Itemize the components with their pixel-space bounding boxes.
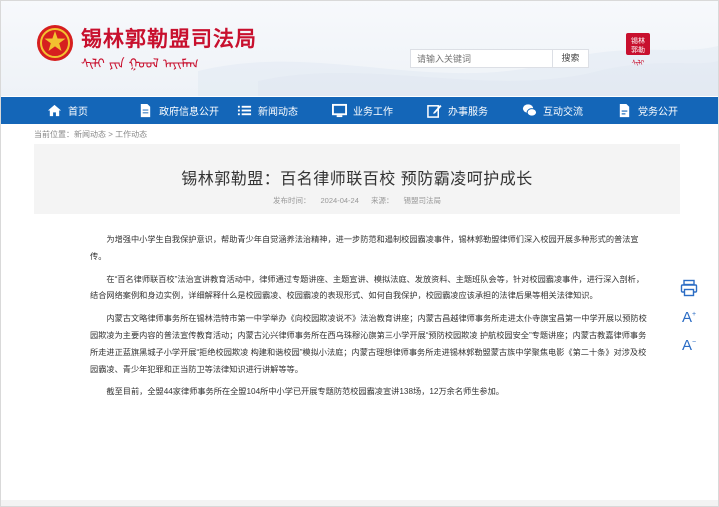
source-info: 来源： 锡盟司法局 — [371, 196, 441, 205]
svg-text:锡林: 锡林 — [631, 36, 645, 45]
calligraphy-seal-icon: 锡林 郭勒 ᠰᠢᠯᠢ — [626, 33, 650, 67]
minus-icon: − — [691, 339, 697, 346]
breadcrumb: 当前位置：新闻动态 > 工作动态 — [34, 129, 147, 140]
search-input[interactable] — [410, 49, 553, 68]
monitor-icon — [332, 103, 347, 118]
nav-item-business[interactable]: 业务工作 — [332, 97, 393, 124]
nav-label: 党务公开 — [638, 107, 678, 118]
nav-item-government-info[interactable]: 政府信息公开 — [138, 97, 219, 124]
search-button[interactable]: 搜索 — [553, 49, 589, 68]
nav-label: 首页 — [68, 107, 88, 118]
nav-label: 政府信息公开 — [159, 107, 219, 118]
article-paragraph: 截至目前，全盟44家律师事务所在全盟104所中小学已开展专题防范校园霸凌宣讲13… — [106, 387, 504, 397]
print-button[interactable] — [679, 278, 699, 298]
svg-text:ᠰᠢᠯᠢ: ᠰᠢᠯᠢ — [632, 59, 645, 67]
print-icon — [680, 279, 698, 297]
breadcrumb-link-news[interactable]: 新闻动态 — [74, 130, 106, 139]
edit-icon — [427, 104, 442, 118]
nav-item-interaction[interactable]: 互动交流 — [522, 97, 583, 124]
nav-label: 新闻动态 — [258, 107, 298, 118]
svg-text:郭勒: 郭勒 — [631, 45, 645, 54]
nav-item-home[interactable]: 首页 — [47, 97, 88, 124]
mongolian-subtitle: ᠰᠢᠯᠢ ᠶᠢᠨ ᠭᠣᠣᠯ ᠠᠶᠢᠮᠠᠭ — [81, 57, 199, 72]
nav-label: 互动交流 — [543, 107, 583, 118]
nav-item-party-affairs[interactable]: 党务公开 — [617, 97, 678, 124]
font-decrease-label: A — [681, 337, 692, 354]
nav-label: 办事服务 — [448, 107, 488, 118]
article: 锡林郭勒盟：百名律师联百校 预防霸凌呵护成长 发布时间： 2024-04-24 来… — [34, 144, 680, 506]
footer-strip — [1, 500, 718, 506]
national-emblem-icon — [37, 25, 73, 61]
font-decrease-button[interactable]: A− — [679, 333, 699, 354]
nav-item-services[interactable]: 办事服务 — [427, 97, 488, 124]
article-paragraph: 内蒙古文略律师事务所在锡林浩特市第一中学举办《向校园欺凌说不》法治教育讲座；内蒙… — [90, 314, 647, 374]
home-icon — [47, 104, 62, 117]
site-header: 锡林郭勒盟司法局 ᠰᠢᠯᠢ ᠶᠢᠨ ᠭᠣᠣᠯ ᠠᠶᠢᠮᠠᠭ 搜索 锡林 郭勒 ᠰ… — [1, 1, 718, 96]
article-body: 为增强中小学生自我保护意识，帮助青少年自觉涵养法治精神，进一步防范和遏制校园霸凌… — [90, 232, 652, 407]
nav-item-news[interactable]: 新闻动态 — [237, 97, 298, 124]
breadcrumb-prefix: 当前位置： — [34, 130, 74, 139]
article-meta: 发布时间： 2024-04-24 来源： 锡盟司法局 — [34, 195, 680, 206]
breadcrumb-link-work[interactable]: 工作动态 — [115, 130, 147, 139]
breadcrumb-separator: > — [106, 130, 116, 139]
article-paragraph: 在“百名律师联百校”法治宣讲教育活动中，律师通过专题讲座、主题宣讲、模拟法庭、发… — [90, 274, 645, 301]
font-increase-button[interactable]: A+ — [679, 305, 699, 326]
article-paragraph: 为增强中小学生自我保护意识，帮助青少年自觉涵养法治精神，进一步防范和遏制校园霸凌… — [90, 235, 639, 261]
font-increase-label: A — [681, 309, 692, 326]
source-value: 锡盟司法局 — [403, 196, 441, 205]
main-nav: 首页 政府信息公开 新闻动态 业务工作 办事服务 互动交流 党务公开 — [1, 97, 718, 124]
list-icon — [237, 105, 252, 116]
article-header: 锡林郭勒盟：百名律师联百校 预防霸凌呵护成长 发布时间： 2024-04-24 来… — [34, 144, 680, 214]
plus-icon: + — [691, 311, 697, 318]
publish-label: 发布时间： — [273, 196, 311, 205]
nav-label: 业务工作 — [353, 107, 393, 118]
source-label: 来源： — [370, 196, 394, 205]
doc-icon — [619, 103, 630, 118]
article-title: 锡林郭勒盟：百名律师联百校 预防霸凌呵护成长 — [181, 171, 533, 188]
document-icon — [140, 103, 151, 118]
publish-date: 2024-04-24 — [320, 196, 359, 205]
chat-icon — [522, 104, 537, 117]
publish-info: 发布时间： 2024-04-24 — [273, 196, 359, 205]
